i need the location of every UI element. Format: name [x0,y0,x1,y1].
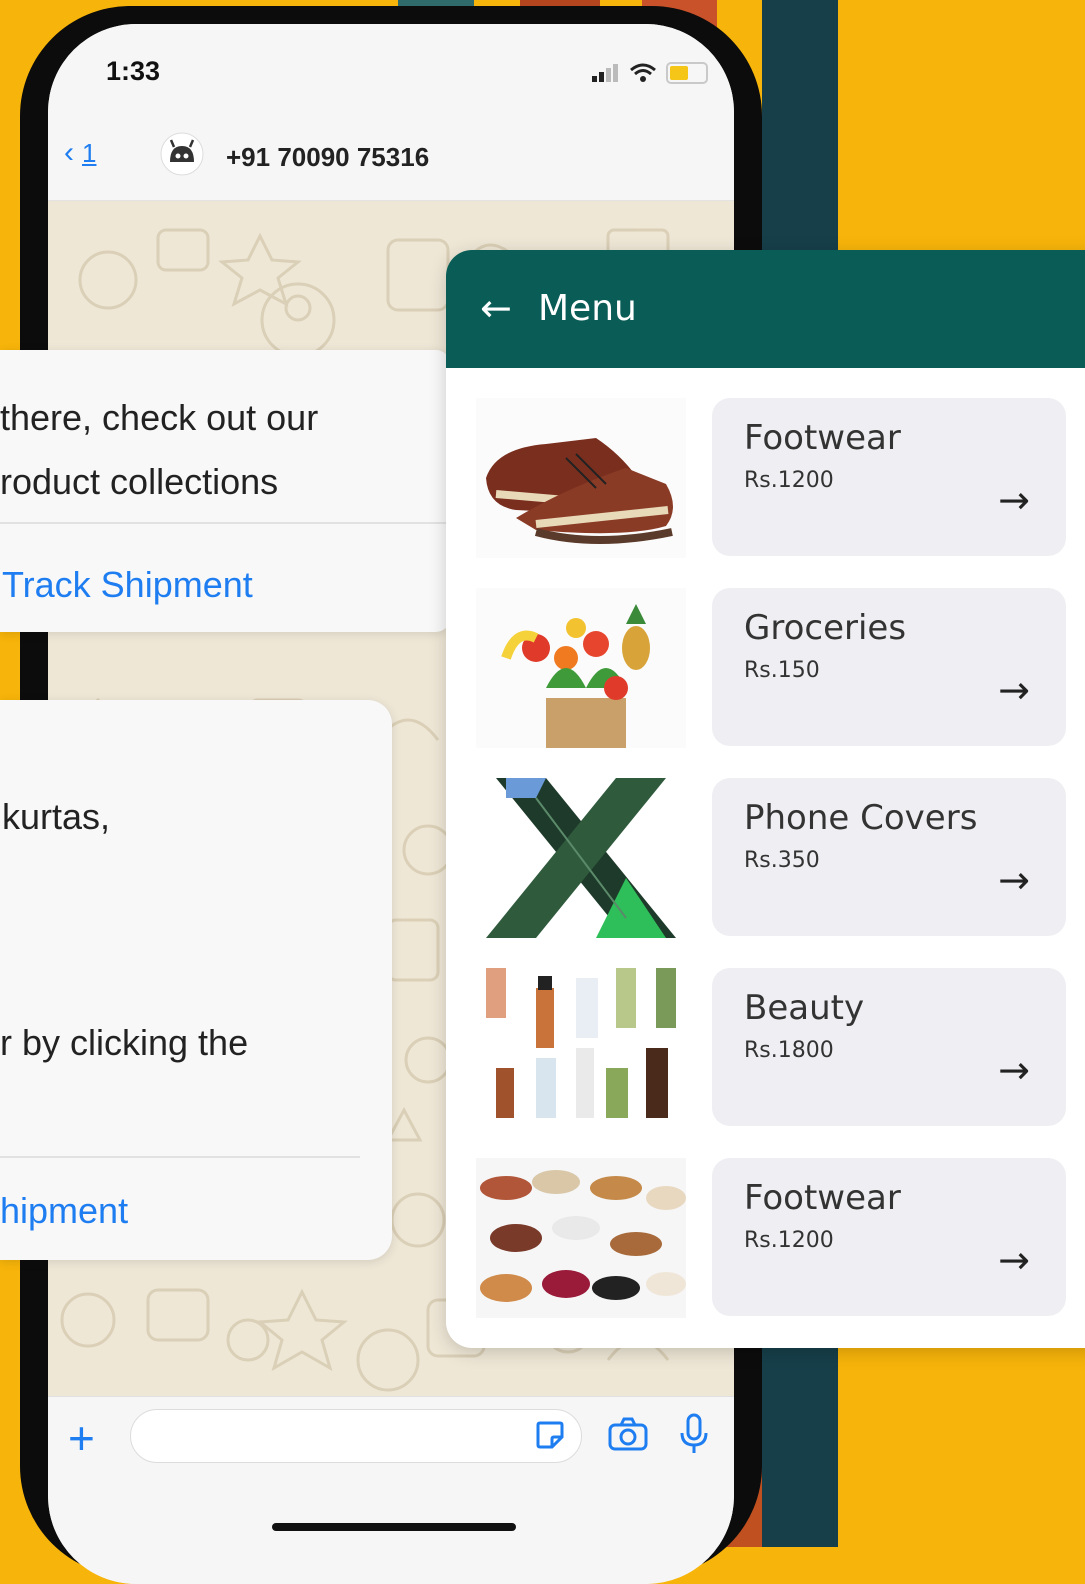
unread-count: 1 [82,137,97,168]
system-icons [592,62,708,84]
phone-side-button [32,228,46,318]
menu-item-card[interactable]: Footwear Rs.1200 → [712,398,1066,556]
menu-panel: ← Menu Footwear Rs.1200 → Groceries Rs.1… [446,250,1085,1348]
message-line: there, check out our [0,397,319,438]
message-bubble-kurtas: kurtas, r by clicking the hipment [0,700,392,1260]
message-input-bar: + [48,1396,734,1584]
menu-item-price: Rs.150 [744,658,820,683]
shoe-pile-image [476,1158,686,1318]
signal-icon [592,64,618,82]
menu-item[interactable]: Phone Covers Rs.350 → [446,778,1085,938]
home-indicator [272,1523,516,1531]
wifi-icon [630,63,656,82]
menu-header: ← Menu [446,250,1085,368]
menu-item-price: Rs.1800 [744,1038,834,1063]
plus-icon[interactable]: + [68,1411,95,1465]
microphone-icon[interactable] [678,1413,710,1455]
cosmetics-image [476,968,686,1128]
arrow-right-icon[interactable]: → [998,668,1030,712]
arrow-right-icon[interactable]: → [998,1238,1030,1282]
menu-item-card[interactable]: Footwear Rs.1200 → [712,1158,1066,1316]
arrow-right-icon[interactable]: → [998,478,1030,522]
battery-icon [666,62,708,84]
divider [0,1156,360,1158]
menu-item-card[interactable]: Beauty Rs.1800 → [712,968,1066,1126]
message-bubble-collections: there, check out our roduct collections … [0,350,450,632]
status-time: 1:33 [106,56,161,86]
track-shipment-button[interactable]: Track Shipment [2,564,253,606]
menu-item-card[interactable]: Phone Covers Rs.350 → [712,778,1066,936]
message-line: kurtas, [2,796,111,837]
phone-side-button [32,162,46,202]
menu-item-name: Footwear [744,418,901,458]
menu-item-card[interactable]: Groceries Rs.150 → [712,588,1066,746]
arrow-right-icon[interactable]: → [998,1048,1030,1092]
camera-icon[interactable] [608,1417,648,1451]
sticker-icon[interactable] [534,1419,566,1451]
menu-item[interactable]: Footwear Rs.1200 → [446,1158,1085,1318]
bot-avatar-icon[interactable] [160,132,204,176]
brown-shoes-image [476,398,686,558]
track-shipment-button[interactable]: hipment [0,1190,128,1232]
chevron-left-icon: ‹ [64,136,74,169]
menu-title: Menu [538,288,637,329]
arrow-left-icon[interactable]: ← [480,286,512,330]
menu-item-name: Footwear [744,1178,901,1218]
menu-item[interactable]: Beauty Rs.1800 → [446,968,1085,1128]
back-button[interactable]: ‹ 1 [64,136,96,170]
grocery-bag-image [476,588,686,748]
menu-item-name: Beauty [744,988,865,1028]
message-line: roduct collections [0,461,279,502]
status-bar: 1:33 [48,24,734,124]
message-line: r by clicking the [0,1022,249,1063]
menu-item-name: Groceries [744,608,907,648]
menu-item-price: Rs.1200 [744,468,834,493]
menu-item[interactable]: Groceries Rs.150 → [446,588,1085,748]
contact-name[interactable]: +91 70090 75316 [226,142,429,173]
message-text: there, check out our roduct collections [0,386,318,514]
chat-header: ‹ 1 +91 70090 75316 [48,118,734,201]
arrow-right-icon[interactable]: → [998,858,1030,902]
phone-case-image [476,778,686,938]
menu-item[interactable]: Footwear Rs.1200 → [446,398,1085,558]
menu-item-price: Rs.1200 [744,1228,834,1253]
divider [0,522,450,524]
menu-item-price: Rs.350 [744,848,820,873]
menu-item-name: Phone Covers [744,798,978,838]
message-input[interactable] [130,1409,582,1463]
